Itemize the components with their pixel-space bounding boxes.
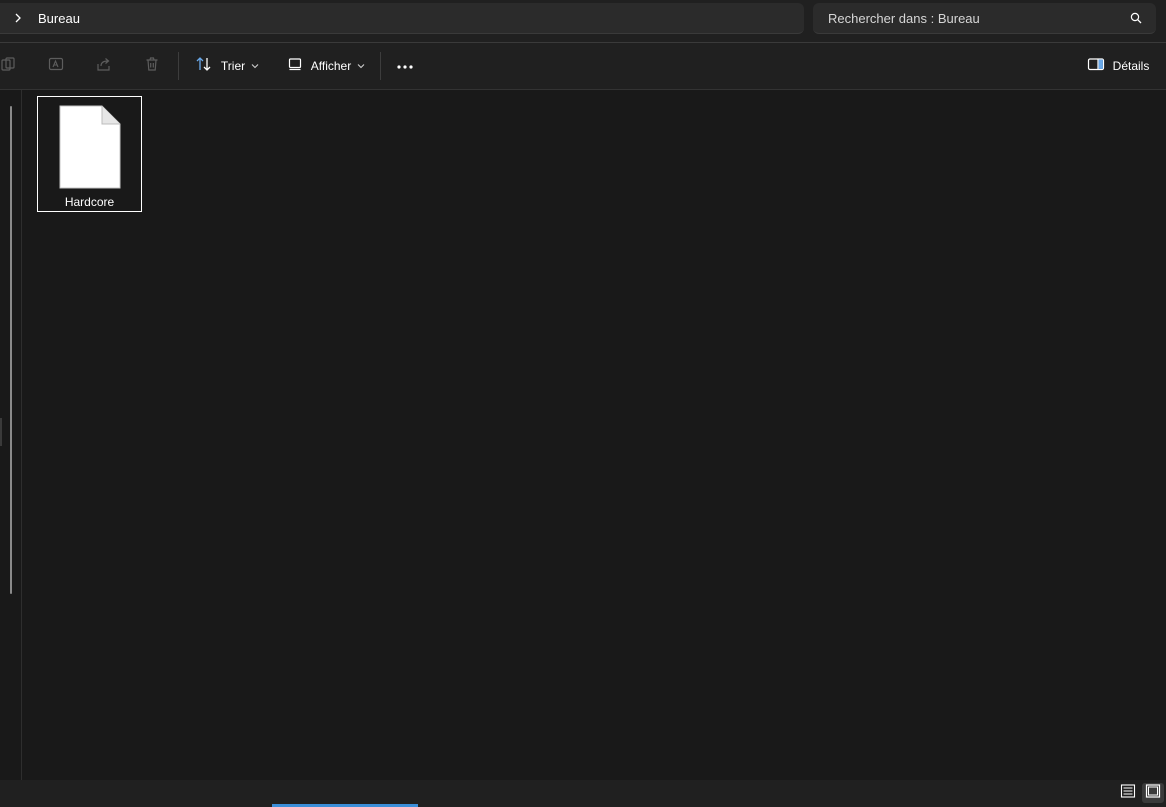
toolbar-separator [380, 52, 381, 80]
delete-button[interactable] [136, 50, 168, 82]
sort-label: Trier [220, 59, 246, 73]
address-bar[interactable]: Bureau [0, 3, 804, 34]
more-horizontal-icon [396, 57, 414, 75]
chevron-down-icon [357, 63, 365, 69]
search-icon[interactable] [1128, 10, 1144, 26]
toolbar-separator [178, 52, 179, 80]
details-pane-icon [1087, 56, 1105, 77]
details-view-button[interactable] [1117, 783, 1139, 803]
large-icons-view-button[interactable] [1142, 783, 1164, 803]
copy-button[interactable] [0, 50, 24, 82]
title-bar: Bureau Rechercher dans : Bureau [0, 0, 1166, 42]
sort-button[interactable]: Trier [192, 50, 262, 82]
more-options-button[interactable] [389, 50, 421, 82]
file-item[interactable]: Hardcore [37, 96, 142, 212]
document-icon [59, 105, 121, 189]
file-name: Hardcore [64, 195, 115, 209]
large-icons-view-icon [1145, 783, 1161, 803]
view-button[interactable]: Afficher [284, 50, 368, 82]
search-box[interactable]: Rechercher dans : Bureau [813, 3, 1156, 34]
details-label: Détails [1112, 59, 1150, 73]
sort-icon [195, 56, 213, 77]
status-bar [0, 780, 1166, 807]
navigation-scrollbar[interactable] [10, 106, 12, 594]
chevron-right-icon[interactable] [10, 10, 26, 26]
view-icon [287, 56, 303, 77]
chevron-down-icon [251, 63, 259, 69]
details-view-icon [1120, 783, 1136, 803]
pane-resize-handle[interactable] [0, 418, 2, 446]
search-input[interactable]: Rechercher dans : Bureau [828, 11, 980, 26]
view-label: Afficher [310, 59, 352, 73]
rename-button[interactable] [40, 50, 72, 82]
share-icon [96, 56, 112, 77]
share-button[interactable] [88, 50, 120, 82]
copy-icon [0, 56, 16, 77]
rename-icon [48, 56, 64, 77]
details-pane-button[interactable]: Détails [1078, 50, 1158, 82]
command-bar: Trier Afficher Détails [0, 43, 1166, 89]
trash-icon [144, 56, 160, 77]
breadcrumb-bureau[interactable]: Bureau [38, 11, 80, 26]
file-view[interactable] [22, 90, 1166, 780]
